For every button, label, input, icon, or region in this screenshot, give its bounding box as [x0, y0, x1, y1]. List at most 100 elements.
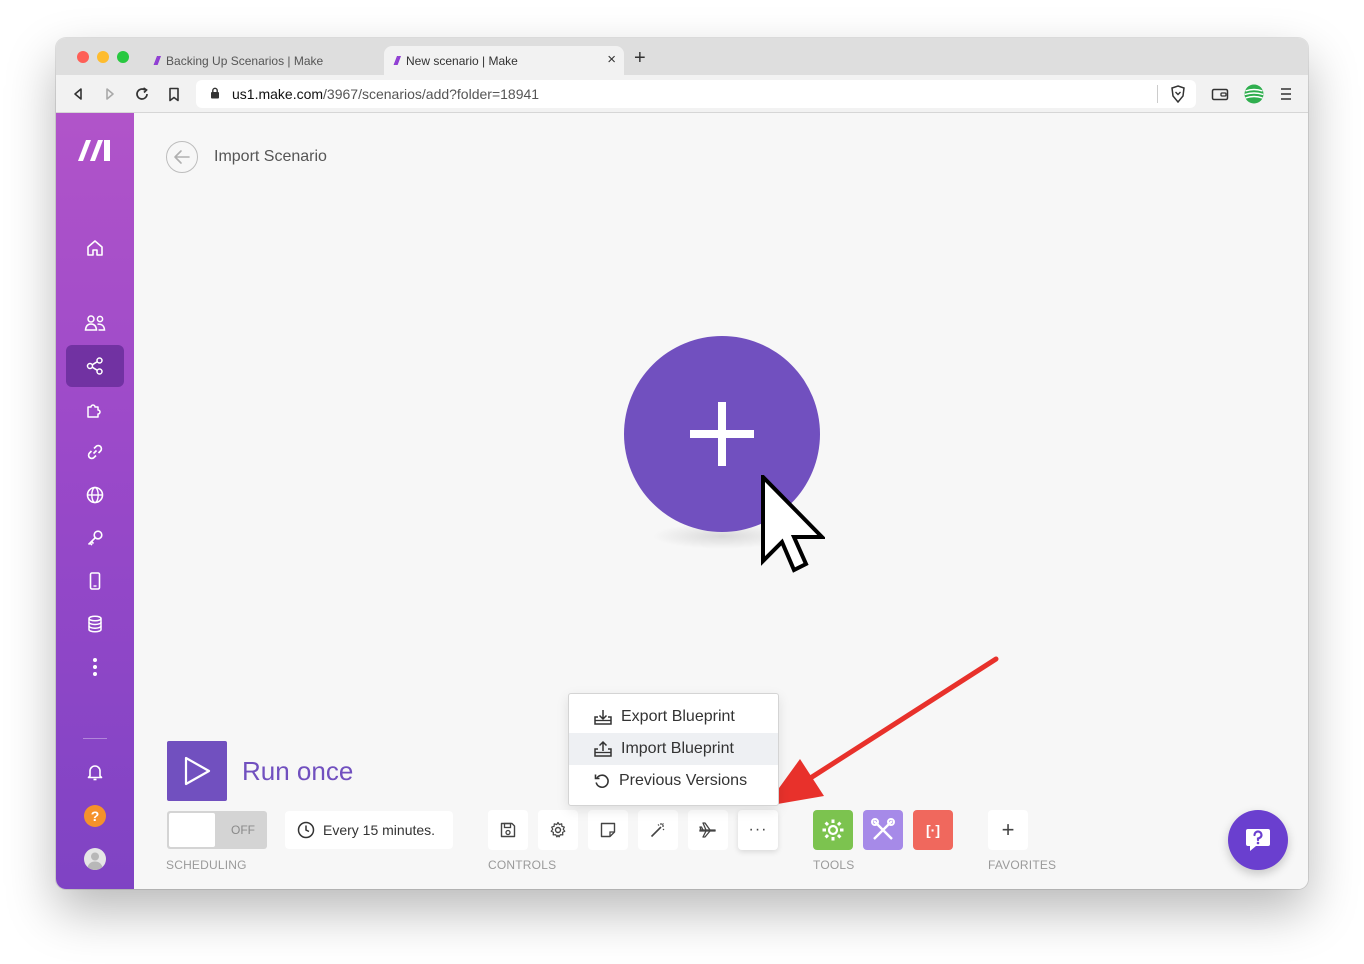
tab-strip: /// Backing Up Scenarios | Make /// New …: [56, 38, 1308, 75]
gear-icon: [822, 819, 844, 841]
more-options-button[interactable]: ···: [738, 810, 778, 850]
history-icon: [594, 774, 609, 789]
toggle-knob: [169, 813, 215, 847]
menu-item-label: Export Blueprint: [621, 708, 735, 725]
extension-icon[interactable]: [1244, 84, 1264, 104]
brave-shield-icon[interactable]: [1168, 84, 1188, 104]
team-icon: [84, 315, 106, 331]
tab-label: Backing Up Scenarios | Make: [166, 53, 324, 68]
lock-icon: [210, 86, 220, 102]
sidebar-item-help[interactable]: ?: [66, 795, 124, 837]
settings-button[interactable]: [538, 810, 578, 850]
menu-icon[interactable]: [1276, 84, 1296, 104]
menu-item-label: Previous Versions: [619, 772, 748, 789]
help-icon: ?: [84, 805, 106, 827]
device-icon: [89, 572, 101, 590]
sidebar-item-keys[interactable]: [66, 517, 124, 559]
menu-item-export-blueprint[interactable]: Export Blueprint: [569, 701, 778, 733]
schedule-interval-button[interactable]: Every 15 minutes.: [285, 811, 453, 849]
avatar: [84, 848, 106, 870]
zoom-window-button[interactable]: [117, 51, 129, 63]
database-icon: [88, 615, 102, 633]
tool-text-parser[interactable]: [·]: [913, 810, 953, 850]
add-favorite-button[interactable]: +: [988, 810, 1028, 850]
sidebar-divider: [83, 738, 107, 739]
globe-icon: [86, 486, 104, 504]
page-title: Import Scenario: [214, 148, 327, 165]
sidebar-item-notifications[interactable]: [66, 751, 124, 793]
gear-icon: [550, 821, 566, 838]
url-host: us1.make.com: [232, 86, 324, 102]
menu-item-import-blueprint[interactable]: Import Blueprint: [569, 733, 778, 765]
tools-icon: [871, 818, 895, 840]
chat-icon: [1246, 829, 1270, 851]
reload-icon[interactable]: [132, 84, 152, 104]
make-logo-icon[interactable]: [77, 137, 113, 168]
url-path: /3967/scenarios/add?folder=18941: [323, 86, 540, 102]
mouse-cursor-icon: [761, 475, 825, 573]
browser-window: /// Backing Up Scenarios | Make /// New …: [56, 38, 1308, 889]
tab-new-scenario[interactable]: /// New scenario | Make ×: [384, 46, 624, 75]
browser-toolbar: us1.make.com/3967/scenarios/add?folder=1…: [56, 75, 1308, 113]
chat-support-button[interactable]: [1228, 810, 1288, 870]
close-tab-icon[interactable]: ×: [607, 51, 616, 68]
tab-backing-up-scenarios[interactable]: /// Backing Up Scenarios | Make: [144, 46, 380, 75]
arrow-left-icon: [174, 150, 190, 164]
tool-flow-control[interactable]: [813, 810, 853, 850]
import-icon: [594, 740, 612, 757]
sidebar-item-devices[interactable]: [66, 560, 124, 602]
sidebar-item-datastores[interactable]: [66, 603, 124, 645]
export-icon: [594, 710, 612, 725]
bookmark-icon[interactable]: [164, 84, 184, 104]
annotation-arrow: [766, 656, 999, 806]
sidebar-item-webhooks[interactable]: [66, 474, 124, 516]
menu-item-label: Import Blueprint: [621, 740, 734, 757]
schedule-interval-text: Every 15 minutes.: [323, 822, 436, 838]
sidebar-item-more[interactable]: [66, 646, 124, 688]
address-bar[interactable]: us1.make.com/3967/scenarios/add?folder=1…: [196, 80, 1196, 108]
tab-label: New scenario | Make: [406, 53, 518, 68]
run-once-button[interactable]: [167, 741, 227, 801]
sidebar-item-scenarios[interactable]: [66, 345, 124, 387]
sidebar-item-templates[interactable]: [66, 388, 124, 430]
explain-flow-button[interactable]: [688, 810, 728, 850]
sidebar-item-user[interactable]: [66, 838, 124, 880]
tool-tools[interactable]: [863, 810, 903, 850]
play-icon: [184, 756, 211, 786]
connections-icon: [87, 444, 103, 460]
sidebar-item-team[interactable]: [66, 302, 124, 344]
minimize-window-button[interactable]: [97, 51, 109, 63]
save-icon: [500, 822, 516, 838]
key-icon: [87, 530, 103, 546]
menu-item-previous-versions[interactable]: Previous Versions: [569, 765, 778, 797]
home-icon: [87, 240, 103, 256]
new-tab-button[interactable]: +: [634, 48, 646, 68]
more-options-menu: Export Blueprint Import Blueprint Previo…: [568, 693, 779, 806]
forward-icon[interactable]: [100, 84, 120, 104]
scheduling-section-label: SCHEDULING: [166, 858, 247, 872]
controls-section-label: CONTROLS: [488, 858, 557, 872]
favorites-section-label: FAVORITES: [988, 858, 1057, 872]
bell-icon: [87, 765, 103, 781]
make-favicon-icon: ///: [154, 53, 160, 68]
back-button[interactable]: [166, 141, 198, 173]
sidebar-item-connections[interactable]: [66, 431, 124, 473]
notes-button[interactable]: [588, 810, 628, 850]
sidebar-item-home[interactable]: [66, 227, 124, 269]
make-favicon-icon: ///: [394, 53, 400, 68]
plus-icon: [690, 402, 754, 466]
toggle-state-label: OFF: [231, 823, 255, 837]
magic-wand-icon: [650, 823, 665, 838]
auto-align-button[interactable]: [638, 810, 678, 850]
wallet-icon[interactable]: [1210, 84, 1230, 104]
note-icon: [600, 822, 616, 838]
more-vertical-icon: [93, 658, 97, 676]
url-divider: [1157, 85, 1158, 103]
make-app: ? Import Scenario Run once OFF Every 15 …: [56, 113, 1308, 889]
back-icon[interactable]: [68, 84, 88, 104]
scheduling-toggle[interactable]: OFF: [167, 811, 267, 849]
save-button[interactable]: [488, 810, 528, 850]
run-once-label[interactable]: Run once: [242, 756, 353, 787]
clock-icon: [297, 821, 315, 839]
close-window-button[interactable]: [77, 51, 89, 63]
